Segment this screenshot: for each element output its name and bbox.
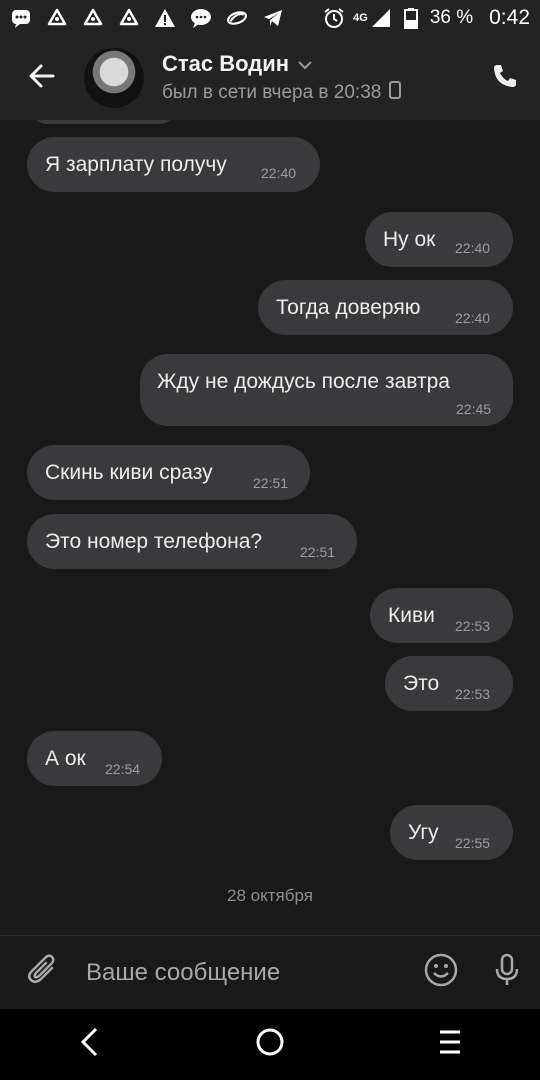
sync-icon (118, 7, 140, 29)
battery-percent: 36 % (429, 7, 474, 28)
back-button[interactable] (0, 36, 84, 120)
contact-info[interactable]: Стас Водин был в сети вчера в 20:38 (162, 51, 470, 105)
message-incoming[interactable]: Скинь киви сразу 22:51 (27, 445, 310, 500)
chevron-down-icon (297, 51, 313, 77)
avatar[interactable] (84, 48, 144, 108)
message-outgoing[interactable]: Киви 22:53 (370, 588, 513, 643)
message-outgoing[interactable]: Тогда доверяю 22:40 (258, 280, 513, 335)
message-list[interactable]: Я зарплату получу 22:40 Ну ок 22:40 Тогд… (0, 120, 540, 935)
message-outgoing[interactable]: Угу 22:55 (390, 805, 513, 860)
voice-message-button[interactable] (474, 936, 540, 1010)
call-button[interactable] (470, 36, 540, 120)
message-text: Жду не дождусь после завтра (157, 370, 450, 393)
message-time: 22:54 (105, 761, 141, 777)
mobile-device-icon (389, 81, 402, 105)
message-composer: Ваше сообщение (0, 935, 540, 1009)
message-text: Это (403, 672, 440, 695)
sync-icon (82, 7, 104, 29)
menu-lines-icon (437, 1028, 463, 1061)
chevron-left-icon (78, 1026, 102, 1063)
arrow-left-icon (27, 61, 57, 96)
paperclip-icon (26, 953, 60, 992)
message-incoming[interactable]: Это номер телефона? 22:51 (27, 514, 357, 569)
chat-icon (190, 7, 212, 29)
message-text: Я зарплату получу (45, 153, 227, 176)
warning-icon (154, 7, 176, 29)
message-text: А ок (45, 747, 86, 770)
nav-back-button[interactable] (50, 1009, 130, 1080)
status-bar: 4G 36 % 0:42 (0, 0, 540, 36)
chat-header: Стас Водин был в сети вчера в 20:38 (0, 36, 540, 120)
message-icon (10, 7, 32, 29)
contact-name: Стас Водин (162, 51, 290, 76)
message-text: Тогда доверяю (276, 296, 421, 319)
message-input[interactable]: Ваше сообщение (86, 959, 408, 987)
message-outgoing[interactable]: Жду не дождусь после завтра 22:45 (140, 354, 513, 426)
message-time: 22:40 (455, 310, 491, 326)
network-type: 4G (353, 12, 368, 24)
clock: 0:42 (489, 6, 530, 29)
message-incoming[interactable]: Я зарплату получу 22:40 (27, 137, 320, 192)
notification-icons (10, 7, 284, 29)
message-bubble-partial (30, 120, 176, 124)
message-time: 22:51 (253, 475, 289, 491)
system-navigation-bar (0, 1009, 540, 1080)
smile-icon (423, 952, 459, 993)
alarm-icon (323, 7, 345, 29)
message-time: 22:53 (455, 686, 491, 702)
message-incoming[interactable]: А ок 22:54 (27, 731, 162, 786)
nav-home-button[interactable] (230, 1009, 310, 1080)
signal-icon (370, 7, 392, 29)
sync-icon (46, 7, 68, 29)
system-icons: 4G 36 % 0:42 (323, 6, 530, 30)
message-text: Угу (408, 821, 439, 844)
telegram-icon (262, 7, 284, 29)
attach-button[interactable] (0, 936, 86, 1010)
message-text: Ну ок (383, 228, 436, 251)
microphone-icon (491, 952, 523, 993)
message-time: 22:51 (300, 544, 336, 560)
brand-icon (226, 7, 248, 29)
message-time: 22:40 (455, 240, 491, 256)
message-time: 22:53 (455, 618, 491, 634)
message-text: Киви (388, 604, 435, 627)
message-text: Скинь киви сразу (45, 461, 213, 484)
nav-recents-button[interactable] (410, 1009, 490, 1080)
message-time: 22:55 (455, 835, 491, 851)
battery-icon (400, 7, 422, 29)
message-outgoing[interactable]: Ну ок 22:40 (365, 212, 513, 267)
date-divider: 28 октября (227, 886, 313, 905)
emoji-button[interactable] (408, 936, 474, 1010)
circle-home-icon (254, 1026, 286, 1063)
message-text: Это номер телефона? (45, 530, 263, 553)
phone-icon (491, 62, 519, 95)
last-seen: был в сети вчера в 20:38 (162, 82, 382, 103)
message-time: 22:45 (456, 401, 492, 417)
message-time: 22:40 (261, 165, 297, 181)
message-outgoing[interactable]: Это 22:53 (385, 656, 513, 711)
